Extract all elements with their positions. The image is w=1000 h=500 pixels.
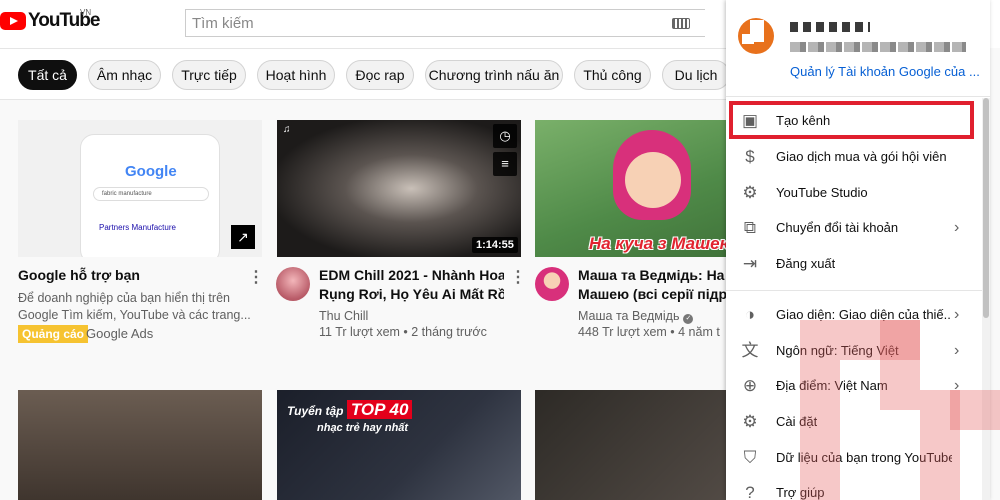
- theme-icon: ◑: [744, 305, 756, 324]
- video-stats: 11 Tr lượt xem • 2 tháng trước: [319, 325, 487, 339]
- menu-item-youtube-studio[interactable]: ⚙ YouTube Studio: [726, 175, 990, 211]
- more-options-icon[interactable]: ⋮: [248, 269, 264, 287]
- gear-icon: ⚙: [742, 412, 758, 431]
- thumbnail-title-text: На куча з Машею: [589, 234, 735, 253]
- chevron-right-icon: ›: [954, 306, 960, 323]
- menu-item-label: Đăng xuất: [776, 256, 836, 271]
- menu-item-language[interactable]: 文 Ngôn ngữ: Tiếng Việt ›: [726, 333, 990, 369]
- youtube-play-icon: [0, 12, 26, 30]
- menu-item-switch-account[interactable]: ⧉ Chuyển đổi tài khoản ›: [726, 210, 990, 246]
- manage-google-account-link[interactable]: Quản lý Tài khoản Google của ...: [790, 64, 980, 79]
- illustration-result-text: Partners Manufacture: [99, 223, 176, 232]
- channel-watermark-icon: ♫: [283, 124, 291, 135]
- menu-item-help[interactable]: ? Trợ giúp: [726, 475, 990, 500]
- add-to-queue-icon[interactable]: ≡: [493, 152, 517, 176]
- chip-music[interactable]: Âm nhạc: [88, 60, 161, 90]
- video-thumbnail[interactable]: ♫ ◷ ≡ 1:14:55: [277, 120, 521, 257]
- chip-live[interactable]: Trực tiếp: [172, 60, 246, 90]
- ad-badge: Quảng cáo: [18, 325, 89, 343]
- menu-item-your-data[interactable]: ⛉ Dữ liệu của bạn trong YouTube: [726, 440, 990, 476]
- menu-item-label: Giao dịch mua và gói hội viên: [776, 149, 947, 164]
- menu-item-create-channel[interactable]: ▣ Tạo kênh: [726, 103, 990, 139]
- google-logo-text: Google: [125, 163, 177, 180]
- chevron-right-icon: ›: [954, 219, 960, 236]
- menu-item-label: Tạo kênh: [776, 113, 831, 128]
- video-title-line2[interactable]: Машею (всі серії підряд: [578, 284, 726, 304]
- channel-avatar[interactable]: [535, 267, 569, 301]
- chevron-right-icon: ›: [954, 377, 960, 394]
- chip-all[interactable]: Tất cả: [18, 60, 77, 90]
- open-external-icon[interactable]: ↗: [231, 225, 255, 249]
- menu-item-location[interactable]: ⊕ Địa điểm: Việt Nam ›: [726, 368, 990, 404]
- cartoon-face: [625, 152, 681, 208]
- menu-item-label: Cài đặt: [776, 414, 818, 429]
- menu-item-settings[interactable]: ⚙ Cài đặt: [726, 404, 990, 440]
- chip-travel[interactable]: Du lịch: [662, 60, 730, 90]
- menu-item-label: Chuyển đổi tài khoản: [776, 220, 899, 235]
- menu-item-label: Dữ liệu của bạn trong YouTube: [776, 450, 952, 465]
- dollar-icon: $: [745, 147, 755, 166]
- help-icon: ?: [745, 483, 755, 500]
- account-menu: Quản lý Tài khoản Google của ... ▣ Tạo k…: [726, 0, 990, 500]
- shield-icon: ⛉: [743, 448, 757, 467]
- search-input[interactable]: [186, 10, 646, 36]
- chip-rap[interactable]: Đọc rap: [346, 60, 414, 90]
- menu-item-purchases[interactable]: $ Giao dịch mua và gói hội viên: [726, 139, 990, 175]
- logo-region: VN: [80, 8, 92, 17]
- account-email-redacted: [790, 42, 966, 52]
- menu-item-label: Địa điểm: Việt Nam: [776, 378, 888, 393]
- video-title-line2[interactable]: Rụng Rơi, Họ Yêu Ai Mất Rồi,...: [319, 284, 504, 304]
- menu-item-sign-out[interactable]: ⇥ Đăng xuất: [726, 246, 990, 282]
- switch-account-icon: ⧉: [743, 218, 757, 237]
- menu-item-label: Trợ giúp: [776, 485, 825, 500]
- video-stats: 448 Tr lượt xem • 4 năm t: [578, 325, 720, 339]
- thumbnail-text-big: TOP 40: [346, 400, 413, 419]
- youtube-logo[interactable]: YouTube VN: [0, 8, 100, 32]
- phone-illustration: Google fabric manufacture Partners Manuf…: [80, 134, 220, 257]
- channel-avatar[interactable]: [276, 267, 310, 301]
- video-title[interactable]: Маша та Ведмідь: На куча: [578, 265, 726, 285]
- logout-icon: ⇥: [742, 254, 758, 273]
- translate-icon: 文: [741, 341, 759, 360]
- account-box-icon: ▣: [741, 111, 759, 130]
- account-name-redacted: [790, 22, 870, 32]
- video-duration: 1:14:55: [472, 237, 518, 253]
- scrollbar-thumb[interactable]: [983, 98, 989, 318]
- category-chips: Tất cả Âm nhạc Trực tiếp Hoạt hình Đọc r…: [0, 48, 740, 100]
- channel-name[interactable]: Маша та Ведмідь: [578, 309, 679, 323]
- gear-icon: ⚙: [742, 183, 758, 202]
- watch-later-icon[interactable]: ◷: [493, 124, 517, 148]
- ad-description: Để doanh nghiệp của bạn hiển thị trên: [18, 291, 230, 305]
- account-avatar[interactable]: [738, 18, 774, 54]
- illustration-search-text: fabric manufacture: [93, 187, 209, 201]
- menu-item-appearance[interactable]: ◑ Giao diện: Giao diện của thiế... ›: [726, 297, 990, 333]
- ad-description: Google Tìm kiếm, YouTube và các trang...: [18, 308, 251, 322]
- channel-name[interactable]: Google Ads: [86, 325, 153, 343]
- video-thumbnail[interactable]: [18, 390, 262, 500]
- menu-item-label: YouTube Studio: [776, 185, 868, 200]
- video-title[interactable]: Google hỗ trợ bạn: [18, 265, 238, 285]
- menu-scrollbar[interactable]: [982, 98, 990, 500]
- globe-icon: ⊕: [742, 376, 758, 395]
- keyboard-icon[interactable]: [672, 18, 690, 29]
- video-title[interactable]: EDM Chill 2021 - Nhành Hoa: [319, 265, 504, 285]
- chip-animation[interactable]: Hoạt hình: [257, 60, 335, 90]
- video-thumbnail[interactable]: Tuyển tập TOP 40 nhạc trẻ hay nhất: [277, 390, 521, 500]
- search-box: [185, 9, 705, 37]
- thumbnail-subtitle-text: nhạc trẻ hay nhất: [317, 422, 409, 434]
- thumbnail-text-lead: Tuyển tập: [287, 404, 344, 418]
- menu-divider: [726, 96, 990, 97]
- menu-item-label: Ngôn ngữ: Tiếng Việt: [776, 343, 899, 358]
- thumbnail-title-text: Tuyển tập TOP 40: [287, 400, 413, 420]
- chip-cooking[interactable]: Chương trình nấu ăn: [425, 60, 563, 90]
- menu-item-label: Giao diện: Giao diện của thiế...: [776, 307, 952, 322]
- menu-divider: [726, 290, 990, 291]
- more-options-icon[interactable]: ⋮: [510, 269, 526, 287]
- chip-crafts[interactable]: Thủ công: [574, 60, 651, 90]
- chevron-right-icon: ›: [954, 342, 960, 359]
- video-thumbnail[interactable]: Google fabric manufacture Partners Manuf…: [18, 120, 262, 257]
